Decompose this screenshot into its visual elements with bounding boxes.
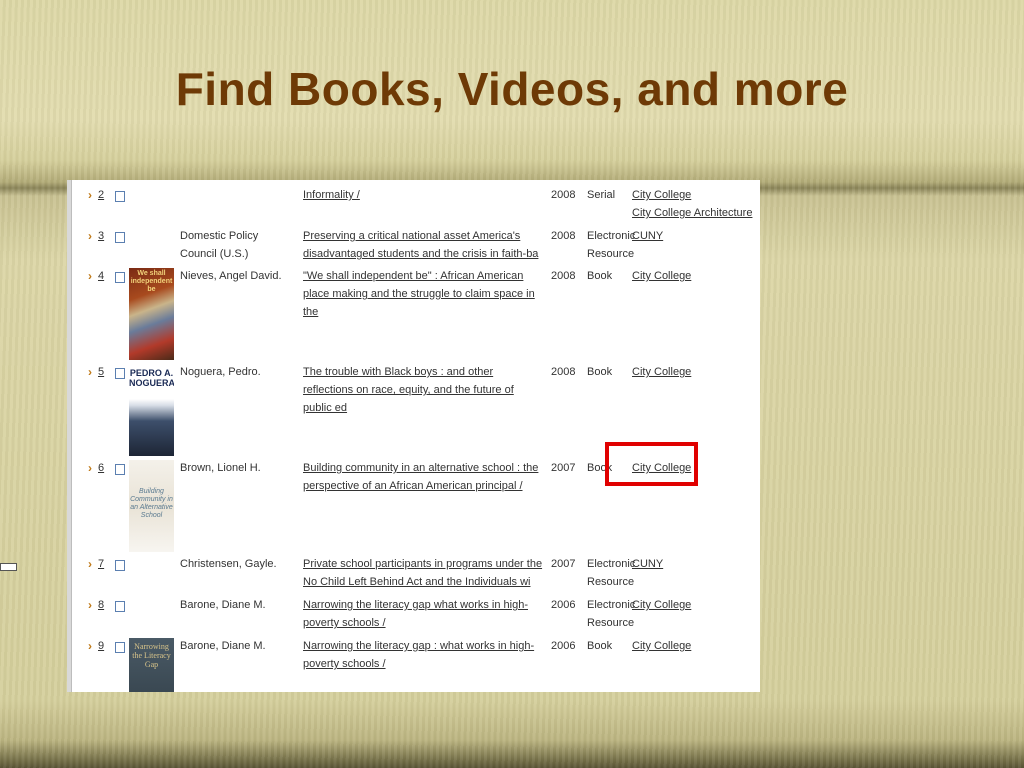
book-cover-image[interactable]: Building Community in an Alternative Sch… — [129, 460, 174, 552]
result-number-link[interactable]: 4 — [98, 267, 104, 285]
expand-arrow-icon[interactable]: › — [88, 637, 92, 655]
table-row[interactable]: › 3 Domestic Policy Council (U.S.) Prese… — [67, 227, 760, 265]
select-checkbox[interactable] — [115, 601, 125, 612]
result-title-link[interactable]: Private school participants in programs … — [303, 555, 543, 591]
expand-arrow-icon[interactable]: › — [88, 363, 92, 381]
highlight-box — [605, 442, 698, 486]
location-link[interactable]: City College Architecture — [632, 204, 752, 222]
location-link[interactable]: City College — [632, 596, 691, 614]
result-year: 2006 — [551, 599, 576, 611]
book-cover-image[interactable]: PEDRO A. NOGUERA — [129, 364, 174, 456]
result-number-link[interactable]: 7 — [98, 555, 104, 573]
expand-arrow-icon[interactable]: › — [88, 596, 92, 614]
result-author: Brown, Lionel H. — [180, 462, 261, 474]
result-format: Book — [587, 640, 613, 652]
result-format: Electronic Resource — [587, 558, 636, 588]
result-locations: CUNY — [632, 227, 663, 245]
result-format: Electronic Resource — [587, 599, 636, 629]
result-number-link[interactable]: 9 — [98, 637, 104, 655]
table-row[interactable]: › 7 Christensen, Gayle. Private school p… — [67, 555, 760, 595]
result-number-link[interactable]: 2 — [98, 186, 104, 204]
result-year: 2007 — [551, 462, 576, 474]
table-row[interactable]: › 4 We shall independent be Nieves, Ange… — [67, 267, 760, 361]
result-title-link[interactable]: "We shall independent be" : African Amer… — [303, 267, 543, 321]
result-locations: City College City College Architecture — [632, 186, 752, 222]
result-author: Nieves, Angel David. — [180, 270, 282, 282]
location-link[interactable]: City College — [632, 186, 752, 204]
location-link[interactable]: CUNY — [632, 555, 663, 573]
table-row[interactable]: › 9 Narrowing the Literacy Gap Barone, D… — [67, 637, 760, 692]
select-checkbox[interactable] — [115, 464, 125, 475]
cover-text: Narrowing the Literacy Gap — [132, 642, 171, 669]
result-number-link[interactable]: 3 — [98, 227, 104, 245]
result-format: Serial — [587, 189, 616, 201]
result-author: Christensen, Gayle. — [180, 558, 277, 570]
table-row[interactable]: › 2 Informality / 2008 Serial City Colle… — [67, 186, 760, 226]
result-title-link[interactable]: Narrowing the literacy gap : what works … — [303, 637, 543, 673]
result-locations: City College — [632, 363, 691, 381]
result-author: Barone, Diane M. — [180, 640, 266, 652]
cover-text: We shall independent be — [130, 270, 173, 293]
result-title-link[interactable]: The trouble with Black boys : and other … — [303, 363, 543, 417]
expand-arrow-icon[interactable]: › — [88, 555, 92, 573]
result-format: Book — [587, 366, 613, 378]
result-year: 2008 — [551, 270, 576, 282]
select-checkbox[interactable] — [115, 191, 125, 202]
result-format: Book — [587, 270, 613, 282]
result-year: 2008 — [551, 366, 576, 378]
result-author: Barone, Diane M. — [180, 599, 266, 611]
location-link[interactable]: City College — [632, 363, 691, 381]
result-year: 2007 — [551, 558, 576, 570]
result-title-link[interactable]: Narrowing the literacy gap what works in… — [303, 596, 543, 632]
result-title-link[interactable]: Informality / — [303, 186, 543, 204]
result-number-link[interactable]: 5 — [98, 363, 104, 381]
result-locations: City College — [632, 637, 691, 655]
result-year: 2008 — [551, 230, 576, 242]
table-row[interactable]: › 8 Barone, Diane M. Narrowing the liter… — [67, 596, 760, 636]
select-checkbox[interactable] — [115, 560, 125, 571]
book-cover-image[interactable]: We shall independent be — [129, 268, 174, 360]
catalog-results-screenshot: › 2 Informality / 2008 Serial City Colle… — [67, 180, 760, 692]
location-link[interactable]: City College — [632, 637, 691, 655]
result-year: 2006 — [551, 640, 576, 652]
location-link[interactable]: CUNY — [632, 227, 663, 245]
expand-arrow-icon[interactable]: › — [88, 186, 92, 204]
select-checkbox[interactable] — [115, 368, 125, 379]
result-year: 2008 — [551, 189, 576, 201]
result-title-link[interactable]: Building community in an alternative sch… — [303, 459, 543, 495]
location-link[interactable]: City College — [632, 267, 691, 285]
select-checkbox[interactable] — [115, 232, 125, 243]
expand-arrow-icon[interactable]: › — [88, 267, 92, 285]
book-cover-image[interactable]: Narrowing the Literacy Gap — [129, 638, 174, 692]
select-checkbox[interactable] — [115, 272, 125, 283]
result-number-link[interactable]: 6 — [98, 459, 104, 477]
slide-nav-tab[interactable] — [0, 563, 17, 571]
slide-title: Find Books, Videos, and more — [175, 63, 849, 115]
result-locations: City College — [632, 596, 691, 614]
result-format: Electronic Resource — [587, 230, 636, 260]
result-author: Domestic Policy Council (U.S.) — [180, 230, 259, 260]
result-locations: City College — [632, 267, 691, 285]
cover-text: PEDRO A. NOGUERA — [129, 368, 174, 388]
result-number-link[interactable]: 8 — [98, 596, 104, 614]
expand-arrow-icon[interactable]: › — [88, 459, 92, 477]
cover-text: Building Community in an Alternative Sch… — [130, 488, 173, 519]
expand-arrow-icon[interactable]: › — [88, 227, 92, 245]
select-checkbox[interactable] — [115, 642, 125, 653]
result-locations: CUNY — [632, 555, 663, 573]
result-author: Noguera, Pedro. — [180, 366, 261, 378]
result-title-link[interactable]: Preserving a critical national asset Ame… — [303, 227, 543, 263]
